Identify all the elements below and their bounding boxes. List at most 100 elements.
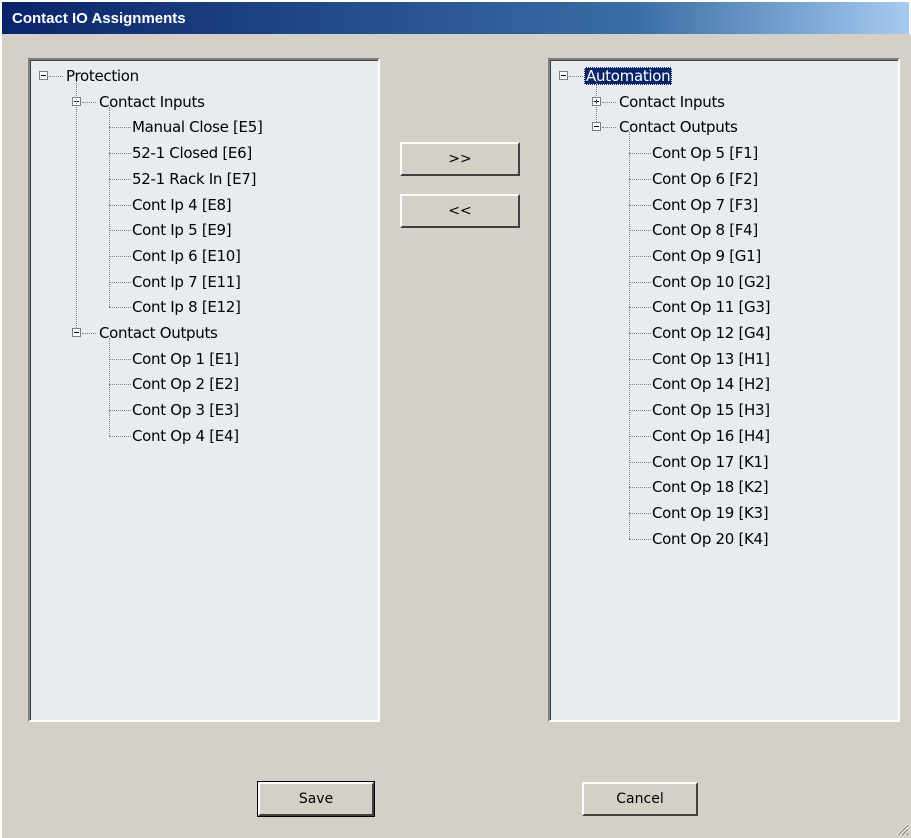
tree-item-label: Cont Op 17 [K1]: [652, 452, 769, 471]
tree-item[interactable]: Cont Op 16 [H4]: [650, 425, 772, 447]
automation-root-node[interactable]: Automation: [584, 65, 673, 87]
tree-connector: [82, 101, 96, 103]
tree-item[interactable]: Cont Op 2 [E2]: [130, 373, 241, 395]
collapse-toggle-icon[interactable]: [72, 328, 81, 337]
tree-item[interactable]: Cont Op 5 [F1]: [650, 142, 760, 164]
tree-item-label: Cont Op 11 [G3]: [652, 298, 771, 317]
tree-connector: [569, 76, 583, 77]
tree-item[interactable]: Manual Close [E5]: [130, 116, 265, 138]
tree-item[interactable]: Cont Op 8 [F4]: [650, 219, 760, 241]
tree-connector: [629, 538, 651, 540]
tree-item[interactable]: 52-1 Rack In [E7]: [130, 168, 258, 190]
resize-grip-icon[interactable]: [895, 822, 909, 836]
tree-item[interactable]: Cont Op 9 [G1]: [650, 245, 763, 267]
tree-connector: [629, 230, 651, 232]
tree-item-label: Cont Op 3 [E3]: [132, 401, 239, 420]
title-bar[interactable]: Contact IO Assignments: [0, 0, 911, 34]
tree-connector: [109, 153, 131, 155]
tree-connector: [109, 338, 110, 436]
protection-tree-content: Protection Contact Inputs Manual Close [E5…: [30, 60, 378, 720]
tree-item-label: Cont Op 1 [E1]: [132, 349, 239, 368]
save-button[interactable]: Save: [257, 781, 375, 817]
tree-connector: [629, 178, 651, 180]
tree-item-label: Cont Ip 4 [E8]: [132, 195, 232, 214]
tree-item[interactable]: Cont Ip 7 [E11]: [130, 271, 243, 293]
collapse-toggle-icon[interactable]: [39, 71, 48, 80]
tree-connector: [109, 410, 131, 412]
tree-item[interactable]: Cont Op 15 [H3]: [650, 399, 772, 421]
tree-connector: [109, 106, 110, 308]
move-left-button-label: <<: [448, 203, 472, 219]
tree-item[interactable]: Cont Op 14 [H2]: [650, 373, 772, 395]
tree-item[interactable]: Cont Op 4 [E4]: [130, 425, 241, 447]
automation-group-contact-inputs[interactable]: Contact Inputs: [617, 91, 727, 113]
tree-connector: [629, 153, 651, 155]
protection-group-contact-inputs-label: Contact Inputs: [99, 92, 205, 111]
tree-connector: [82, 333, 96, 334]
tree-item[interactable]: Cont Op 13 [H1]: [650, 348, 772, 370]
tree-connector: [49, 76, 63, 77]
tree-item[interactable]: Cont Op 7 [F3]: [650, 194, 760, 216]
tree-item[interactable]: Cont Op 17 [K1]: [650, 451, 770, 473]
tree-item[interactable]: Cont Op 10 [G2]: [650, 271, 772, 293]
tree-connector: [109, 358, 131, 360]
tree-item[interactable]: Cont Op 1 [E1]: [130, 348, 241, 370]
automation-root-node-label: Automation: [584, 67, 673, 85]
tree-connector: [629, 410, 651, 412]
tree-item[interactable]: Cont Op 6 [F2]: [650, 168, 760, 190]
move-right-button[interactable]: >>: [400, 142, 520, 176]
tree-connector: [109, 435, 131, 437]
automation-group-contact-outputs-label: Contact Outputs: [619, 118, 738, 137]
tree-connector: [629, 307, 651, 309]
protection-group-contact-outputs[interactable]: Contact Outputs: [97, 322, 220, 344]
tree-item-label: 52-1 Rack In [E7]: [132, 169, 257, 188]
window-title: Contact IO Assignments: [12, 10, 186, 27]
move-left-button[interactable]: <<: [400, 194, 520, 228]
cancel-button[interactable]: Cancel: [582, 782, 698, 816]
tree-connector: [629, 384, 651, 386]
tree-connector: [629, 333, 651, 334]
tree-item-label: Cont Op 20 [K4]: [652, 529, 769, 548]
tree-connector: [109, 230, 131, 232]
tree-connector: [629, 487, 651, 489]
collapse-toggle-icon[interactable]: [559, 71, 568, 80]
tree-item[interactable]: 52-1 Closed [E6]: [130, 142, 254, 164]
tree-item-label: Cont Op 19 [K3]: [652, 503, 769, 522]
tree-connector: [109, 255, 131, 257]
tree-item[interactable]: Cont Op 19 [K3]: [650, 502, 770, 524]
protection-group-contact-inputs[interactable]: Contact Inputs: [97, 91, 207, 113]
tree-item[interactable]: Cont Op 20 [K4]: [650, 528, 770, 550]
automation-tree-view[interactable]: Automation Contact Inputs Contact Outputs C…: [548, 58, 900, 722]
window-frame: [0, 34, 2, 838]
protection-tree-view[interactable]: Protection Contact Inputs Manual Close [E5…: [28, 58, 380, 722]
tree-item-label: Cont Op 12 [G4]: [652, 324, 771, 342]
tree-item-label: Cont Ip 7 [E11]: [132, 272, 241, 291]
tree-item-label: Cont Op 2 [E2]: [132, 375, 239, 394]
tree-item[interactable]: Cont Op 3 [E3]: [130, 399, 241, 421]
tree-item[interactable]: Cont Ip 6 [E10]: [130, 245, 243, 267]
tree-item[interactable]: Cont Op 11 [G3]: [650, 296, 772, 318]
tree-connector: [109, 127, 131, 129]
tree-connector: [602, 127, 616, 129]
tree-connector: [596, 81, 597, 123]
tree-item-label: Manual Close [E5]: [132, 118, 263, 137]
tree-item-label: Cont Op 8 [F4]: [652, 221, 758, 240]
tree-item[interactable]: Cont Ip 5 [E9]: [130, 219, 233, 241]
save-button-label: Save: [298, 791, 334, 807]
tree-item-label: 52-1 Closed [E6]: [132, 144, 252, 163]
tree-item-label: Cont Op 13 [H1]: [652, 349, 770, 368]
tree-connector: [629, 281, 651, 283]
automation-tree-content: Automation Contact Inputs Contact Outputs C…: [550, 60, 898, 720]
tree-item[interactable]: Cont Op 12 [G4]: [650, 322, 772, 344]
tree-connector: [629, 255, 651, 257]
tree-item[interactable]: Cont Ip 8 [E12]: [130, 296, 243, 318]
tree-item-label: Cont Ip 5 [E9]: [132, 221, 232, 240]
tree-item-label: Cont Op 9 [G1]: [652, 246, 761, 265]
collapse-toggle-icon[interactable]: [592, 122, 601, 132]
tree-item-label: Cont Op 4 [E4]: [132, 426, 239, 445]
tree-connector: [109, 178, 131, 180]
tree-item[interactable]: Cont Ip 4 [E8]: [130, 194, 233, 216]
tree-item[interactable]: Cont Op 18 [K2]: [650, 476, 770, 498]
automation-group-contact-outputs[interactable]: Contact Outputs: [617, 116, 740, 138]
tree-item-label: Cont Op 14 [H2]: [652, 375, 770, 394]
